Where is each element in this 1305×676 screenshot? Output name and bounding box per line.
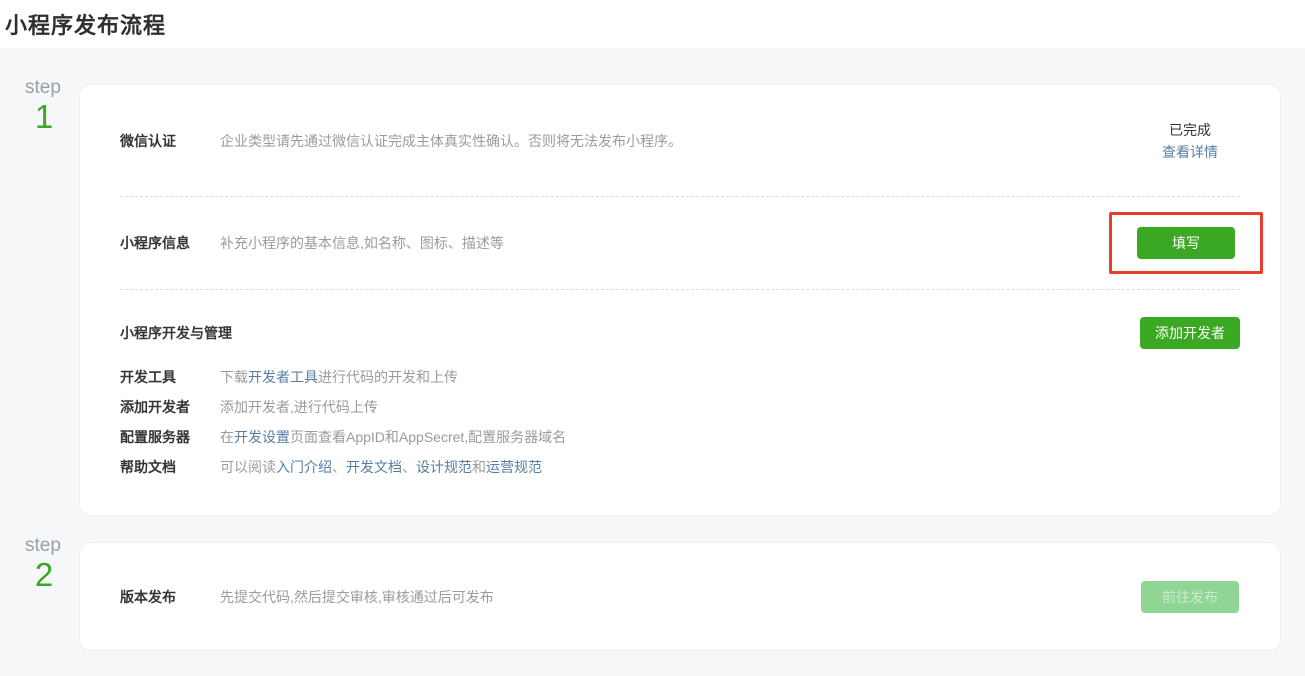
dev-manage-title: 小程序开发与管理	[120, 323, 232, 343]
step2-number: 2	[25, 557, 63, 593]
step2-card: 版本发布 先提交代码,然后提交审核,审核通过后可发布 前往发布	[80, 543, 1280, 650]
wechat-verify-desc: 企业类型请先通过微信认证完成主体真实性确认。否则将无法发布小程序。	[220, 131, 682, 151]
version-release-row: 版本发布 先提交代码,然后提交审核,审核通过后可发布 前往发布	[120, 543, 1240, 650]
step1-word: step	[25, 77, 80, 99]
dev-manage-right: 添加开发者	[1140, 317, 1240, 349]
dev-settings-link[interactable]: 开发设置	[234, 429, 290, 445]
page: 小程序发布流程 step 1 微信认证 企业类型请先通过微信认证完成主体真实性确…	[0, 0, 1305, 676]
add-developer-desc: 添加开发者,进行代码上传	[220, 392, 378, 422]
help-docs-desc-text: 、	[402, 459, 416, 475]
help-docs-label: 帮助文档	[120, 457, 220, 477]
version-release-desc: 先提交代码,然后提交审核,审核通过后可发布	[220, 587, 494, 607]
page-header: 小程序发布流程	[0, 0, 1305, 48]
step1-card: 微信认证 企业类型请先通过微信认证完成主体真实性确认。否则将无法发布小程序。 已…	[80, 85, 1280, 515]
step1-section: step 1 微信认证 企业类型请先通过微信认证完成主体真实性确认。否则将无法发…	[0, 85, 1305, 515]
add-developer-label: 添加开发者	[120, 397, 220, 417]
add-developer-desc-text: 添加开发者,进行代码上传	[220, 399, 378, 415]
fill-info-button[interactable]: 填写	[1137, 227, 1235, 259]
configure-server-desc-text: 页面查看AppID和AppSecret,配置服务器域名	[290, 429, 566, 445]
configure-server-desc: 在开发设置页面查看AppID和AppSecret,配置服务器域名	[220, 422, 566, 452]
wechat-verify-row: 微信认证 企业类型请先通过微信认证完成主体真实性确认。否则将无法发布小程序。 已…	[120, 85, 1240, 196]
add-developer-button[interactable]: 添加开发者	[1140, 317, 1240, 349]
verify-status-badge: 已完成	[1169, 119, 1211, 141]
version-release-right: 前往发布	[1140, 581, 1240, 613]
help-docs-row: 帮助文档 可以阅读入门介绍、开发文档、设计规范和运营规范	[120, 452, 1240, 482]
dev-tools-desc-text: 进行代码的开发和上传	[318, 369, 458, 385]
miniprogram-info-right: 填写	[1109, 212, 1240, 274]
wechat-verify-right: 已完成 查看详情	[1140, 119, 1240, 163]
step2-word: step	[25, 535, 80, 557]
go-release-button[interactable]: 前往发布	[1141, 581, 1239, 613]
page-title: 小程序发布流程	[5, 8, 166, 40]
configure-server-label: 配置服务器	[120, 427, 220, 447]
content: step 1 微信认证 企业类型请先通过微信认证完成主体真实性确认。否则将无法发…	[0, 48, 1305, 650]
dev-tools-desc: 下载开发者工具进行代码的开发和上传	[220, 362, 458, 392]
dev-manage-header: 小程序开发与管理 添加开发者	[120, 316, 1240, 350]
help-docs-desc-text: 可以阅读	[220, 459, 276, 475]
intro-guide-link[interactable]: 入门介绍	[276, 459, 332, 475]
help-docs-desc-text: 和	[472, 459, 486, 475]
wechat-verify-label: 微信认证	[120, 131, 220, 151]
operation-guidelines-link[interactable]: 运营规范	[486, 459, 542, 475]
dev-manage-group: 小程序开发与管理 添加开发者 开发工具 下载开发者工具进行代码的开发和上传	[120, 290, 1240, 515]
help-docs-desc: 可以阅读入门介绍、开发文档、设计规范和运营规范	[220, 452, 542, 482]
developer-tools-link[interactable]: 开发者工具	[248, 369, 318, 385]
dev-docs-link[interactable]: 开发文档	[346, 459, 402, 475]
miniprogram-info-desc: 补充小程序的基本信息,如名称、图标、描述等	[220, 233, 504, 253]
help-docs-desc-text: 、	[332, 459, 346, 475]
miniprogram-info-row: 小程序信息 补充小程序的基本信息,如名称、图标、描述等 填写	[120, 197, 1240, 289]
step1-indicator: step 1	[0, 77, 80, 515]
dev-manage-subrows: 开发工具 下载开发者工具进行代码的开发和上传 添加开发者 添加开发者,进行代码上…	[120, 362, 1240, 482]
step1-number: 1	[25, 99, 63, 135]
dev-tools-row: 开发工具 下载开发者工具进行代码的开发和上传	[120, 362, 1240, 392]
view-details-link[interactable]: 查看详情	[1162, 141, 1218, 163]
step2-indicator: step 2	[0, 535, 80, 650]
version-release-label: 版本发布	[120, 587, 220, 607]
miniprogram-info-label: 小程序信息	[120, 233, 220, 253]
red-highlight-annotation: 填写	[1109, 212, 1263, 274]
step2-section: step 2 版本发布 先提交代码,然后提交审核,审核通过后可发布 前往发布	[0, 543, 1305, 650]
dev-tools-label: 开发工具	[120, 367, 220, 387]
add-developer-row: 添加开发者 添加开发者,进行代码上传	[120, 392, 1240, 422]
configure-server-desc-text: 在	[220, 429, 234, 445]
design-guidelines-link[interactable]: 设计规范	[416, 459, 472, 475]
dev-tools-desc-text: 下载	[220, 369, 248, 385]
configure-server-row: 配置服务器 在开发设置页面查看AppID和AppSecret,配置服务器域名	[120, 422, 1240, 452]
